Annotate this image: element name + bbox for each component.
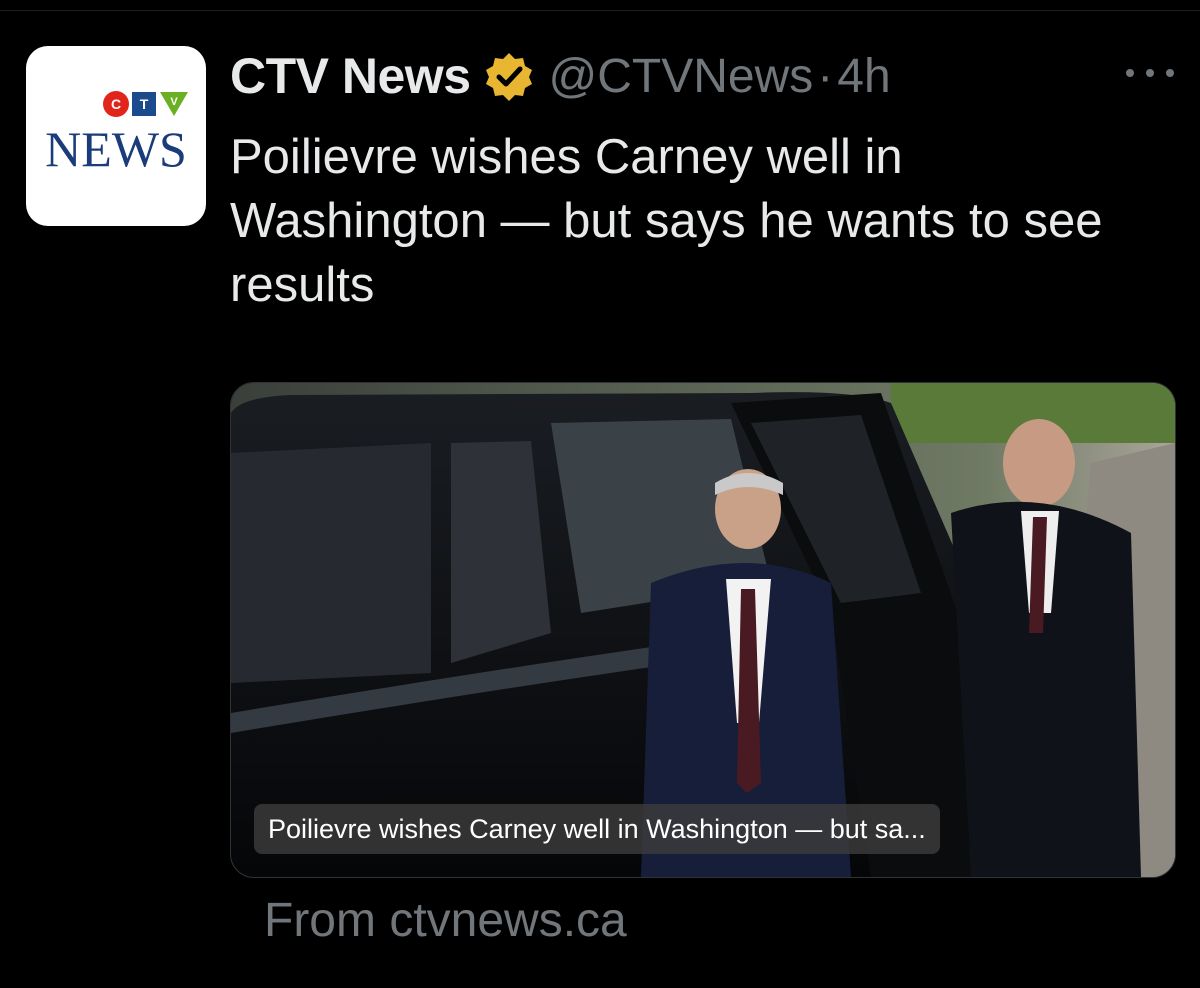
svg-text:C: C xyxy=(111,96,121,112)
svg-text:V: V xyxy=(170,96,178,108)
tweet-header: CTV News @CTVNews · 4h xyxy=(230,46,891,106)
top-divider xyxy=(0,0,1200,11)
svg-text:T: T xyxy=(140,96,149,112)
verified-badge-icon xyxy=(483,50,535,102)
card-source[interactable]: From ctvnews.ca xyxy=(264,893,627,948)
more-dot xyxy=(1166,69,1174,77)
more-options-icon[interactable] xyxy=(1126,58,1174,88)
more-dot xyxy=(1126,69,1134,77)
timestamp[interactable]: 4h xyxy=(837,49,890,104)
more-dot xyxy=(1146,69,1154,77)
tweet-text: Poilievre wishes Carney well in Washingt… xyxy=(230,130,1103,312)
ctv-news-logo: C T V NEWS xyxy=(45,91,188,177)
separator-dot: · xyxy=(817,49,834,103)
svg-text:NEWS: NEWS xyxy=(45,121,187,177)
author-handle[interactable]: @CTVNews xyxy=(549,49,814,104)
card-caption: Poilievre wishes Carney well in Washingt… xyxy=(254,804,940,854)
card-image xyxy=(231,383,1175,877)
ctv-news-avatar[interactable]: C T V NEWS xyxy=(26,46,206,226)
author-name[interactable]: CTV News xyxy=(230,47,471,105)
